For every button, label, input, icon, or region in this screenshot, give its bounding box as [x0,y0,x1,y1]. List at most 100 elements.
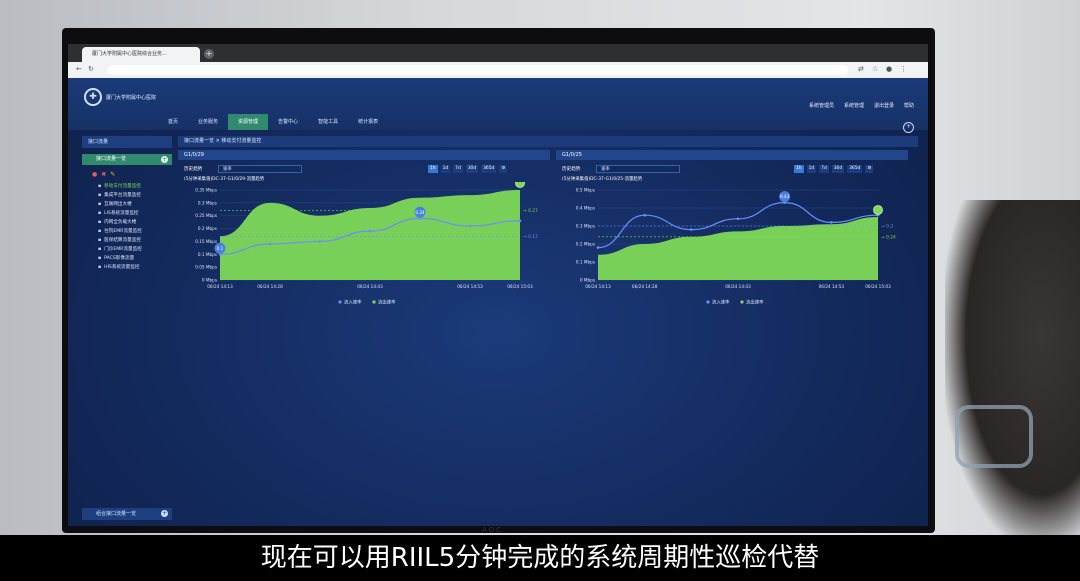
y-tick-label: 0.1 Mbps [198,252,217,257]
tree-item[interactable]: 移动支付流量监控 [98,182,172,191]
back-icon[interactable]: ← [76,65,82,73]
tree-item[interactable]: 集成平台流量监控 [98,191,172,200]
range-7d[interactable]: 7d [819,165,829,173]
interface-tree: 移动支付流量监控 集成平台流量监控 互联网出大楼 LIS系统流量监控 内网全负载… [82,182,172,272]
edit-node-icon[interactable]: ✎ [110,171,119,178]
y-tick-label: 0.05 Mbps [195,265,217,270]
range-1d[interactable]: 1d [440,165,451,173]
video-caption: 现在可以用RIIL5分钟完成的系统周期性巡检代替 [260,543,820,573]
inflow-point [690,228,693,231]
export-icon[interactable]: ⚙ [499,165,508,173]
interface-overview-button[interactable]: 接口流量一览 + [82,154,172,165]
add-icon[interactable]: + [161,510,168,517]
inflow-point [318,240,322,243]
person-silhouette [945,200,1080,540]
star-icon[interactable]: ☆ [872,65,878,73]
value-marker-label: 0.43 [780,194,790,199]
main-nav: 首页 业务服务 资源管理 告警中心 智能工具 统计报表 [158,114,388,130]
tree-item[interactable]: 内网全负载大楼 [98,218,172,227]
value-marker-label: 0.24 [415,210,425,215]
add-circle-icon[interactable]: + [903,122,914,133]
breadcrumb: 接口流量一览 × 移动支付流量监控 [178,136,918,147]
range-1h[interactable]: 1h [428,165,438,173]
range-7d[interactable]: 7d [453,165,463,173]
y-tick-label: 0.35 Mbps [195,188,217,193]
tree-item[interactable]: PACS影像流量 [98,254,172,263]
nav-item-tools[interactable]: 智能工具 [308,114,348,130]
glasses [955,405,1033,468]
nav-item-alerts[interactable]: 告警中心 [268,114,308,130]
new-tab-button[interactable]: + [204,49,214,59]
export-icon[interactable]: ⚙ [865,165,874,173]
nav-item-reports[interactable]: 统计报表 [348,114,388,130]
range-365d[interactable]: 365d [847,165,863,173]
logout-link[interactable]: 退出登录 [874,102,894,109]
monitor-screen: 厦门大学附属中心医院综合业务... + ← ↻ ⇄ ☆ ● ⋮ ✚ 厦门大学附属… [68,44,928,526]
legend-label-inflow: 流入速率 [712,299,730,306]
metric-select[interactable]: 速率 [596,165,680,173]
interface-overview-label: 接口流量一览 [96,156,127,162]
inflow-point [596,246,600,249]
reload-icon[interactable]: ↻ [88,65,94,73]
translate-icon[interactable]: ⇄ [858,65,864,73]
x-tick-label: 06/24 14:13 [207,284,233,289]
sidebar: 接口流量 接口流量一览 + ●✖✎ 移动支付流量监控 集成平台流量监控 互联网出… [82,136,172,516]
x-tick-label: 06/24 14:28 [632,284,658,289]
header-tools: 系统管理员 系统管理 退出登录 帮助 [809,102,914,109]
nav-item-home[interactable]: 首页 [158,114,188,130]
x-tick-label: 06/24 15:03 [507,284,533,289]
inflow-point [518,219,522,223]
inflow-point [736,217,740,221]
menu-icon[interactable]: ⋮ [900,65,907,73]
history-label: 历史趋势 [562,167,581,172]
metric-select[interactable]: 速率 [218,165,302,173]
range-1d[interactable]: 1d [806,165,817,173]
profile-icon[interactable]: ● [886,65,892,73]
y-tick-label: 0.1 Mbps [576,260,595,265]
range-30d[interactable]: 30d [831,165,845,173]
tree-item[interactable]: 医保结算流量监控 [98,236,172,245]
add-icon[interactable]: + [161,156,168,163]
value-marker-label: 0.1 [217,246,224,251]
y-tick-label: 0 Mbps [580,278,595,283]
range-1h[interactable]: 1h [794,165,804,173]
browser-url-bar: ← ↻ ⇄ ☆ ● ⋮ [68,62,928,78]
sidebar-header: 接口流量 [82,136,172,148]
x-tick-label: 06/24 14:28 [257,284,283,289]
tree-item[interactable]: LIS系统流量监控 [98,209,172,218]
panel-title: G1/0/29 [178,150,550,160]
user-link[interactable]: 系统管理员 [809,102,834,109]
y-tick-label: 0.3 Mbps [576,224,595,229]
address-input[interactable] [108,65,848,75]
tree-item[interactable]: 门诊EMR流量监控 [98,245,172,254]
nav-item-business[interactable]: 业务服务 [188,114,228,130]
tree-item[interactable]: 住院EMR流量监控 [98,227,172,236]
sidebar-toolbar: ●✖✎ [92,171,172,178]
nav-item-resources[interactable]: 资源管理 [228,114,269,130]
range-365d[interactable]: 365d [481,165,497,173]
traffic-chart-right: 0 Mbps 0.1 Mbps 0.2 Mbps 0.3 Mbps 0.4 Mbps 0.… [576,188,896,306]
range-30d[interactable]: 30d [465,165,479,173]
inflow-point [643,213,646,217]
help-link[interactable]: 帮助 [904,102,914,109]
history-label: 历史趋势 [184,167,203,172]
y-tick-label: 0.2 Mbps [198,226,217,231]
legend-swatch-inflow [338,300,342,304]
inflow-point [368,229,372,233]
tree-item[interactable]: 互联网出大楼 [98,200,172,209]
monitor-brand: AOC [482,526,504,534]
inflow-point [468,224,472,228]
range-buttons: 1h 1d 7d 30d 365d ⚙ [428,165,508,173]
add-node-icon[interactable]: ● [92,171,101,178]
combined-interface-button[interactable]: 组合接口流量一览 + [82,508,172,520]
outflow-area [598,217,878,280]
system-settings-link[interactable]: 系统管理 [844,102,864,109]
reference-label: → 0.3 [881,224,893,230]
legend-label-inflow: 流入速率 [344,299,362,306]
chart-panel-right: G1/0/25 历史趋势 速率 1h 1d 7d 30d 365d ⚙ (5分钟… [556,150,908,310]
delete-node-icon[interactable]: ✖ [101,171,110,178]
tree-item[interactable]: HIS系统流量监控 [98,263,172,272]
browser-tab[interactable]: 厦门大学附属中心医院综合业务... [82,47,200,62]
peak-pin [515,178,525,188]
reference-label: → 0.17 [523,234,538,240]
